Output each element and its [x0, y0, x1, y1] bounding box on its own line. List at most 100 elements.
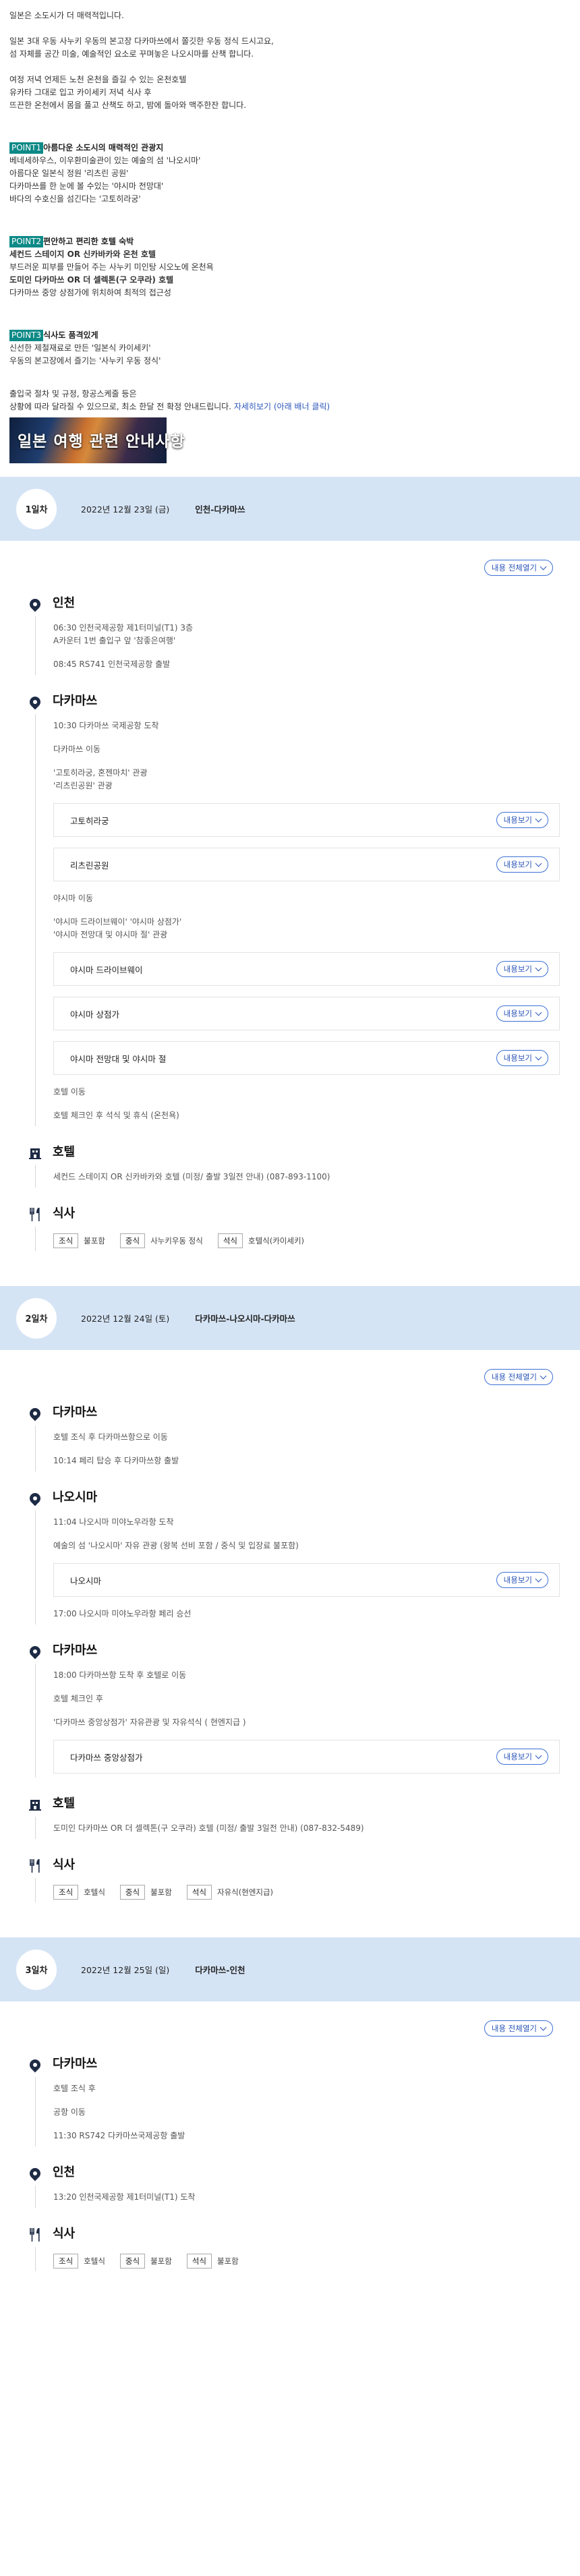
timeline-section: 다카마쓰 18:00 다카마쓰항 도착 후 호텔로 이동 호텔 체크인 후 '다카마쓰… [25, 1641, 560, 1778]
point-heading: POINT1 아름다운 소도시의 매력적인 관광지 [9, 142, 568, 154]
attraction-box: 야시마 상점가 내용보기 [53, 997, 560, 1030]
detail-button[interactable]: 내용보기 [496, 812, 548, 828]
point-line: 바다의 수호신을 섬긴다는 '고토히라궁' [9, 194, 141, 204]
point-tag: POINT3 [9, 330, 44, 341]
point-title: 아름다운 소도시의 매력적인 관광지 [43, 143, 164, 152]
point-line: 부드러운 피부를 만들어 주는 사누키 미인탕 시오노에 온천욕 [9, 262, 214, 272]
notice-text: 상황에 따라 달라질 수 있으므로, 최소 한달 전 확정 안내드립니다. 자세… [9, 401, 568, 413]
section-body: 13:20 인천국제공항 제1터미널(T1) 도착 [35, 2186, 560, 2208]
attraction-name: 다카마쓰 중앙상점가 [70, 1752, 143, 1763]
section-title: 호텔 [53, 1796, 76, 1811]
timeline: 인천 06:30 인천국제공항 제1터미널(T1) 3층 A카운터 1번 출입구 앞… [25, 594, 560, 1251]
section-title: 나오시마 [53, 1490, 98, 1504]
timeline: 다카마쓰 호텔 조식 후 다카마쓰항으로 이동 10:14 페리 탑승 후 다카마쓰… [25, 1403, 560, 1902]
toggle-row: 내용 전체열기 [0, 1350, 580, 1385]
timeline-section: 인천 13:20 인천국제공항 제1터미널(T1) 도착 [25, 2163, 560, 2208]
expand-all-label: 내용 전체열기 [491, 2024, 537, 2033]
pin-shape [27, 694, 43, 710]
meal-type: 석식 [217, 1233, 243, 1248]
schedule-line: 다카마쓰 이동 [53, 744, 101, 754]
chevron-down-icon [540, 563, 547, 570]
section-title: 다카마쓰 [53, 2057, 98, 2071]
point-line: 우동의 본고장에서 즐기는 '사누키 우동 정식' [9, 356, 161, 365]
schedule-line: 11:30 RS742 다카마쓰국제공항 출발 [53, 2131, 185, 2140]
day-date: 2022년 12월 25일 (일) [81, 1965, 170, 1975]
attraction-name: 야시마 상점가 [70, 1009, 119, 1020]
schedule-line: 야시마 이동 [53, 894, 94, 903]
day-date: 2022년 12월 24일 (토) [81, 1314, 170, 1324]
attraction-name: 야시마 전망대 및 야시마 절 [70, 1053, 167, 1064]
location-pin-icon [25, 594, 45, 614]
meal-type: 중식 [119, 2254, 146, 2268]
attraction-box: 야시마 드라이브웨이 내용보기 [53, 952, 560, 986]
section-body: 조식 불포함 중식 사누키우동 정식 석식 호텔식(카이세키) [35, 1227, 560, 1251]
point-tag: POINT1 [9, 142, 44, 154]
schedule-line: '고토히라궁, 혼젠마치' 관광 [53, 768, 148, 778]
section-title: 다카마쓰 [53, 694, 98, 708]
meal-value: 호텔식(카이세키) [248, 1236, 305, 1246]
section-title: 식사 [53, 2227, 76, 2241]
intro: 일본은 소도시가 더 매력적입니다. 일본 3대 우동 사누키 우동의 본고장 … [0, 0, 580, 463]
schedule-line: '리츠린공원' 관광 [53, 781, 113, 790]
intro-line: 여정 저녁 언제든 노천 온천을 즐길 수 있는 온천호텔 [9, 75, 187, 84]
detail-button[interactable]: 내용보기 [496, 1749, 548, 1765]
meal-type: 조식 [53, 1233, 79, 1248]
day-header: 3일차 2022년 12월 25일 (일) 다카마쓰-인천 [0, 1937, 580, 2001]
expand-all-button[interactable]: 내용 전체열기 [484, 1369, 553, 1385]
detail-button[interactable]: 내용보기 [496, 1005, 548, 1022]
expand-all-button[interactable]: 내용 전체열기 [484, 2020, 553, 2037]
meal-row: 조식 호텔식 중식 불포함 석식 불포함 [53, 2254, 560, 2268]
location-pin-icon [25, 2055, 45, 2075]
location-pin-icon [25, 692, 45, 712]
day-date: 2022년 12월 23일 (금) [81, 504, 170, 515]
schedule-line: '야시마 전망대 및 야시마 절' 관광 [53, 930, 168, 939]
meal-type: 석식 [186, 1885, 212, 1900]
intro-line: 뜨끈한 온천에서 몸을 풀고 산책도 하고, 밤에 돌아와 맥주한잔 합니다. [9, 100, 247, 110]
day-block: 3일차 2022년 12월 25일 (일) 다카마쓰-인천내용 전체열기다카마쓰호텔… [0, 1937, 580, 2271]
detail-button[interactable]: 내용보기 [496, 856, 548, 873]
section-body: 호텔 조식 후 공항 이동 11:30 RS742 다카마쓰국제공항 출발 [35, 2077, 560, 2146]
meal-row: 조식 불포함 중식 사누키우동 정식 석식 호텔식(카이세키) [53, 1233, 560, 1248]
timeline-section: 나오시마 11:04 나오시마 미야노우라항 도착 예술의 섬 '나오시마' 자유 … [25, 1488, 560, 1624]
expand-all-button[interactable]: 내용 전체열기 [484, 560, 553, 576]
detail-button-label: 내용보기 [503, 815, 532, 825]
pin-shape [27, 1490, 43, 1506]
section-body: 세컨드 스테이지 OR 신카바카와 호텔 (미정/ 출발 3일전 안내) (08… [35, 1165, 560, 1188]
chevron-down-icon [535, 860, 542, 867]
schedule-line: 10:30 다카마쓰 국제공항 도착 [53, 721, 159, 730]
point-block: POINT1 아름다운 소도시의 매력적인 관광지베네세하우스, 이우환미술관이 … [9, 142, 568, 206]
attraction-box: 리츠린공원 내용보기 [53, 848, 560, 881]
schedule-line: '야시마 드라이브웨이' '야시마 상점가' [53, 917, 182, 927]
schedule-line: 17:00 나오시마 미야노우라항 페리 승선 [53, 1609, 192, 1618]
schedule-line: 호텔 이동 [53, 1087, 86, 1096]
notice-banner[interactable]: 일본 여행 관련 안내사항 [9, 417, 185, 463]
attraction-name: 나오시마 [70, 1575, 102, 1586]
detail-button-label: 내용보기 [503, 964, 532, 974]
schedule-line: 10:14 페리 탑승 후 다카마쓰항 출발 [53, 1456, 179, 1465]
schedule-line: '다카마쓰 중앙상점가' 자유관광 및 자유석식 ( 현엔지급 ) [53, 1718, 246, 1727]
point-title: 편안하고 편리한 호텔 숙박 [43, 237, 134, 246]
point-line: 베네세하우스, 이우환미술관이 있는 예술의 섬 '나오시마' [9, 156, 201, 165]
attraction-name: 야시마 드라이브웨이 [70, 964, 143, 975]
detail-button[interactable]: 내용보기 [496, 1050, 548, 1066]
pin-shape [27, 1643, 43, 1660]
schedule-line: 18:00 다카마쓰항 도착 후 호텔로 이동 [53, 1670, 187, 1680]
notice-link[interactable]: 자세히보기 (아래 배너 클릭) [234, 402, 330, 411]
day-badge: 1일차 [16, 488, 57, 529]
detail-button[interactable]: 내용보기 [496, 961, 548, 977]
pin-shape [27, 1405, 43, 1422]
detail-button[interactable]: 내용보기 [496, 1572, 548, 1588]
meal-value: 불포함 [150, 1887, 172, 1897]
utensils-icon [25, 1856, 45, 1876]
meal-type: 중식 [119, 1885, 146, 1900]
section-title: 인천 [53, 2165, 76, 2179]
location-pin-icon [25, 1641, 45, 1662]
